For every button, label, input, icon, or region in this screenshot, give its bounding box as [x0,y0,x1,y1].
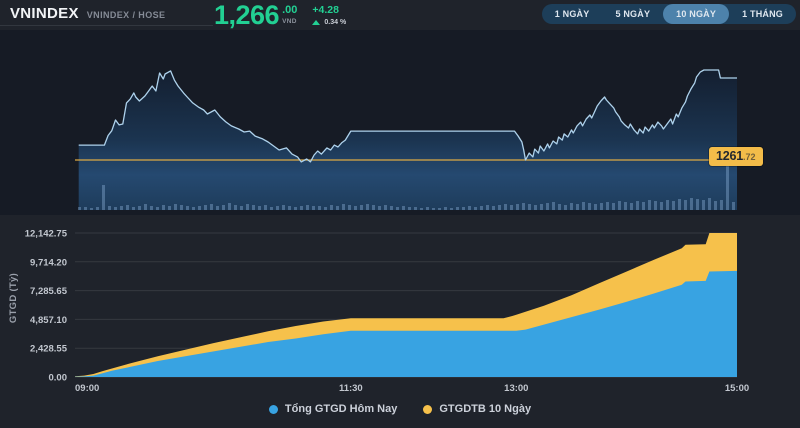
y-tick-label: 4,857.10 [30,315,67,326]
y-tick-label: 12,142.75 [25,229,68,240]
volume-chart[interactable]: 0.00 2,428.55 4,857.10 7,285.65 9,714.20 12,1… [0,215,800,428]
y-tick-label: 9,714.20 [30,257,67,268]
x-tick-label: 15:00 [725,383,749,394]
range-button-1-ngày[interactable]: 1 NGÀY [542,4,603,24]
y-tick-label: 0.00 [49,373,68,384]
y-tick-label: 2,428.55 [30,344,68,355]
legend: Tổng GTGD Hôm Nay GTGDTB 10 Ngày [0,403,800,415]
x-tick-label: 13:00 [504,383,528,394]
currency-label: VND [282,18,297,25]
legend-dot-icon [423,404,433,414]
y-tick-label: 7,285.65 [30,286,68,297]
reference-price-main: 1261 [716,149,744,163]
vnindex-widget: VNINDEX VNINDEX / HOSE 1,266 .00 VND +4.… [0,0,800,428]
price-chart[interactable] [0,30,800,215]
header-title-block: VNINDEX VNINDEX / HOSE [10,5,165,22]
reference-price-label: 1261.72 [709,147,763,166]
range-button-5-ngày[interactable]: 5 NGÀY [602,4,663,24]
up-triangle-icon [312,20,321,25]
price-chart-svg [75,69,737,210]
price-change: +4.28 [312,4,339,16]
y-axis-title: GTGD (Tỷ) [8,272,19,324]
price-change-percent: 0.34 % [324,19,347,26]
percent-row: 0.34 % [312,19,346,26]
range-button-10-ngày[interactable]: 10 NGÀY [663,4,730,24]
price-decimals: .00 [282,4,298,16]
price-area-fill [78,70,737,210]
index-subtitle: VNINDEX / HOSE [86,10,166,20]
change-block: +4.28 0.34 % [312,5,346,26]
range-button-1-tháng[interactable]: 1 THÁNG [729,4,796,24]
price-block: 1,266 .00 VND +4.28 0.34 % [214,0,346,30]
price-sub-block: .00 VND [282,4,298,26]
legend-label: Tổng GTGD Hôm Nay [284,403,398,415]
legend-dot-icon [268,404,278,414]
x-tick-label: 11:30 [339,383,363,394]
x-tick-label: 09:00 [75,383,99,394]
legend-label: GTGDTB 10 Ngày [439,403,532,415]
volume-chart-svg: 0.00 2,428.55 4,857.10 7,285.65 9,714.20 12,1… [25,229,749,395]
range-button-group: 1 NGÀY 5 NGÀY 10 NGÀY 1 THÁNG [541,4,796,24]
legend-item[interactable]: Tổng GTGD Hôm Nay [268,403,398,415]
reference-price-decimals: .72 [743,152,756,162]
price-value: 1,266 [214,0,280,30]
legend-item[interactable]: GTGDTB 10 Ngày [423,403,531,415]
index-title: VNINDEX [10,5,79,22]
header-divider [0,25,213,26]
